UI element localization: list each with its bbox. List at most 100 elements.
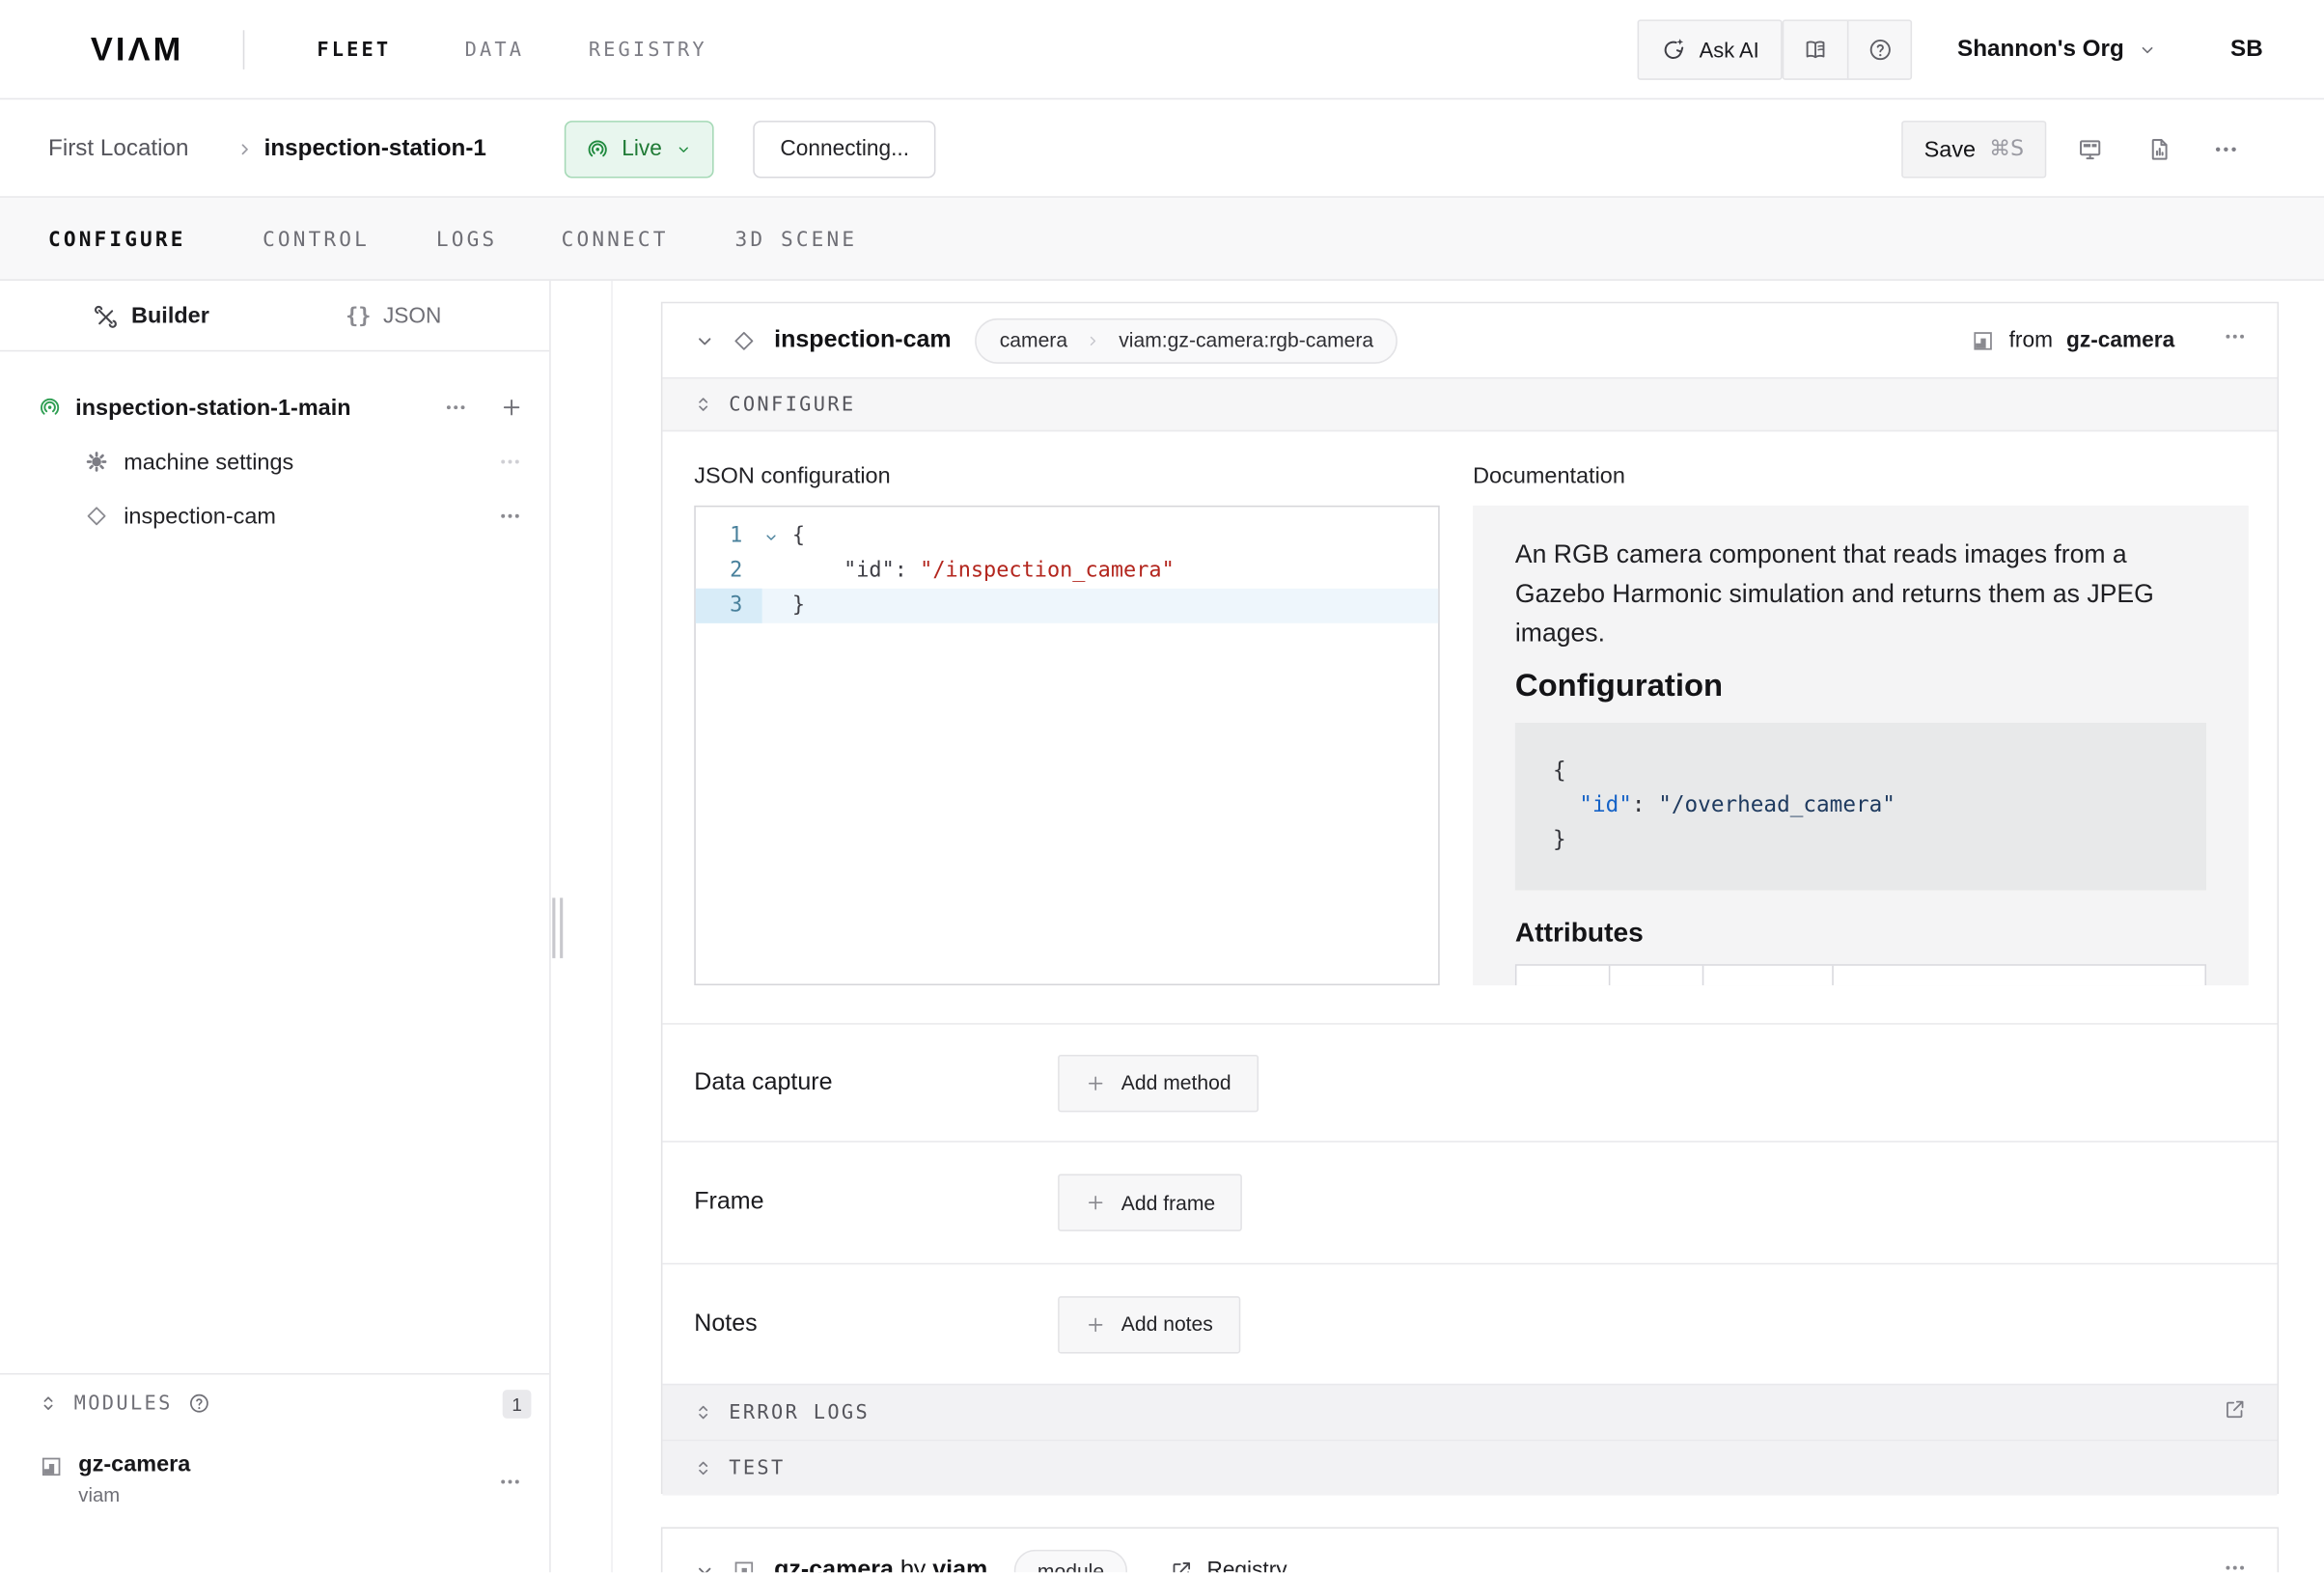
line-number: 3 (696, 589, 762, 623)
component-card-inspection-cam: inspection-cam camera viam:gz-camera:rgb… (661, 302, 2279, 1494)
sidebar-resize-handle[interactable] (552, 897, 566, 958)
add-notes-button[interactable]: Add notes (1058, 1295, 1240, 1352)
tree-root-menu-button[interactable] (444, 396, 468, 426)
component-type-pill: camera viam:gz-camera:rgb-camera (976, 317, 1398, 363)
add-method-label: Add method (1121, 1071, 1231, 1093)
doc-attributes-heading: Attributes (1515, 918, 2206, 950)
doc-code-value: "/overhead_camera" (1658, 793, 1895, 817)
fold-chevron-icon[interactable] (762, 519, 792, 554)
ask-ai-button[interactable]: Ask AI (1638, 19, 1783, 80)
chevron-down-icon (674, 140, 692, 158)
collapse-chevron-icon[interactable] (693, 328, 717, 352)
module-list-item[interactable]: gz-camera viam (0, 1451, 549, 1505)
registry-link[interactable]: Registry (1169, 1559, 1286, 1572)
top-nav-bar: VIΛM FLEET DATA REGISTRY Ask AI Shannon'… (0, 0, 2324, 99)
viam-logo[interactable]: VIΛM (91, 0, 184, 99)
module-card-menu-button[interactable] (2223, 1555, 2247, 1572)
data-capture-label: Data capture (694, 1069, 1026, 1096)
doc-code-colon: : (1632, 793, 1658, 817)
from-module-link[interactable]: from gz-camera (1972, 328, 2175, 352)
code-string-value: "/inspection_camera" (920, 559, 1175, 583)
save-label: Save (1924, 137, 1976, 163)
unfold-icon (693, 1457, 714, 1478)
tab-control[interactable]: CONTROL (263, 198, 370, 281)
nav-item-registry[interactable]: REGISTRY (589, 0, 707, 99)
connection-status-label: Connecting... (780, 137, 909, 161)
component-name: inspection-cam (774, 327, 952, 354)
external-link-icon (1169, 1559, 1193, 1572)
add-component-button[interactable] (500, 396, 524, 426)
module-name: gz-camera (78, 1451, 190, 1477)
nav-item-data[interactable]: DATA (465, 0, 524, 99)
tree-root-machine-part[interactable]: inspection-station-1-main (0, 380, 549, 434)
doc-configuration-heading: Configuration (1515, 669, 2206, 705)
live-label: Live (622, 137, 662, 161)
module-card-header: gz-camera by viam module Registry (662, 1529, 2277, 1572)
unfold-icon (693, 394, 714, 415)
error-logs-section-header[interactable]: ERROR LOGS (662, 1384, 2277, 1440)
machine-menu-button[interactable] (2203, 126, 2249, 172)
diamond-icon (732, 328, 756, 352)
json-configuration-label: JSON configuration (694, 463, 890, 489)
module-card-title: gz-camera by viam (774, 1558, 987, 1573)
mode-json-tab[interactable]: {} JSON (346, 281, 441, 351)
save-shortcut: ⌘S (1989, 137, 2024, 161)
docs-button[interactable] (1784, 21, 1847, 78)
code-text: } (792, 589, 805, 623)
doc-code-line: { (1553, 755, 2169, 789)
tab-logs[interactable]: LOGS (436, 198, 497, 281)
user-avatar[interactable]: SB (2230, 0, 2263, 99)
diamond-icon (85, 504, 109, 528)
add-method-button[interactable]: Add method (1058, 1054, 1259, 1111)
component-menu-button[interactable] (2223, 324, 2247, 356)
tree-item-menu-button[interactable] (498, 450, 522, 480)
tab-connect[interactable]: CONNECT (562, 198, 669, 281)
plus-icon (1085, 1072, 1106, 1093)
machine-viewer-button[interactable] (2067, 126, 2113, 172)
notes-label: Notes (694, 1311, 1026, 1338)
module-icon (1972, 328, 1996, 352)
doc-code-line: } (1553, 824, 2169, 859)
help-circle-icon (187, 1392, 211, 1416)
tree-item-menu-button[interactable] (498, 504, 522, 534)
mode-builder-tab[interactable]: Builder (94, 281, 209, 351)
test-section-header[interactable]: TEST (662, 1440, 2277, 1496)
module-menu-button[interactable] (498, 1470, 522, 1502)
tools-icon (94, 304, 118, 328)
add-frame-button[interactable]: Add frame (1058, 1174, 1242, 1231)
tree-item-machine-settings[interactable]: machine settings (0, 434, 549, 488)
configure-section-header[interactable]: CONFIGURE (662, 378, 2277, 431)
modules-count-badge: 1 (503, 1390, 532, 1419)
breadcrumb-location[interactable]: First Location (48, 99, 188, 198)
doc-description: An RGB camera component that reads image… (1515, 536, 2198, 653)
module-card-by: by (894, 1558, 932, 1573)
json-config-editor[interactable]: 1 { 2 "id": "/inspection_camera" 3 } (694, 506, 1439, 985)
code-text: { (792, 519, 805, 554)
org-switcher[interactable]: Shannon's Org (1957, 0, 2159, 99)
ellipsis-icon (2223, 324, 2247, 348)
machine-report-button[interactable] (2137, 126, 2182, 172)
component-type: camera (1000, 329, 1067, 351)
frame-section: Frame Add frame (662, 1141, 2277, 1263)
code-colon: : (895, 559, 920, 583)
line-number: 2 (696, 554, 762, 589)
tree-item-inspection-cam[interactable]: inspection-cam (0, 489, 549, 543)
test-label: TEST (729, 1457, 785, 1479)
connection-status-button[interactable]: Connecting... (753, 121, 936, 178)
live-status-dropdown[interactable]: Live (565, 121, 713, 178)
module-card-name: gz-camera (774, 1558, 894, 1573)
help-button[interactable] (1847, 21, 1911, 78)
plus-icon (1085, 1313, 1106, 1335)
nav-item-fleet[interactable]: FLEET (317, 0, 391, 99)
doc-code-example: { "id": "/overhead_camera" } (1515, 723, 2206, 891)
tab-configure[interactable]: CONFIGURE (48, 198, 186, 281)
config-main-panel: inspection-cam camera viam:gz-camera:rgb… (613, 281, 2324, 1572)
modules-header[interactable]: MODULES 1 (0, 1374, 549, 1431)
save-button[interactable]: Save ⌘S (1901, 121, 2046, 178)
collapse-chevron-icon[interactable] (693, 1559, 717, 1572)
json-label: JSON (383, 304, 441, 328)
tab-3d-scene[interactable]: 3D SCENE (734, 198, 857, 281)
viam-app: VIΛM FLEET DATA REGISTRY Ask AI Shannon'… (0, 0, 2324, 1572)
help-circle-icon (1866, 37, 1893, 64)
error-logs-external-link[interactable] (2223, 1396, 2247, 1428)
